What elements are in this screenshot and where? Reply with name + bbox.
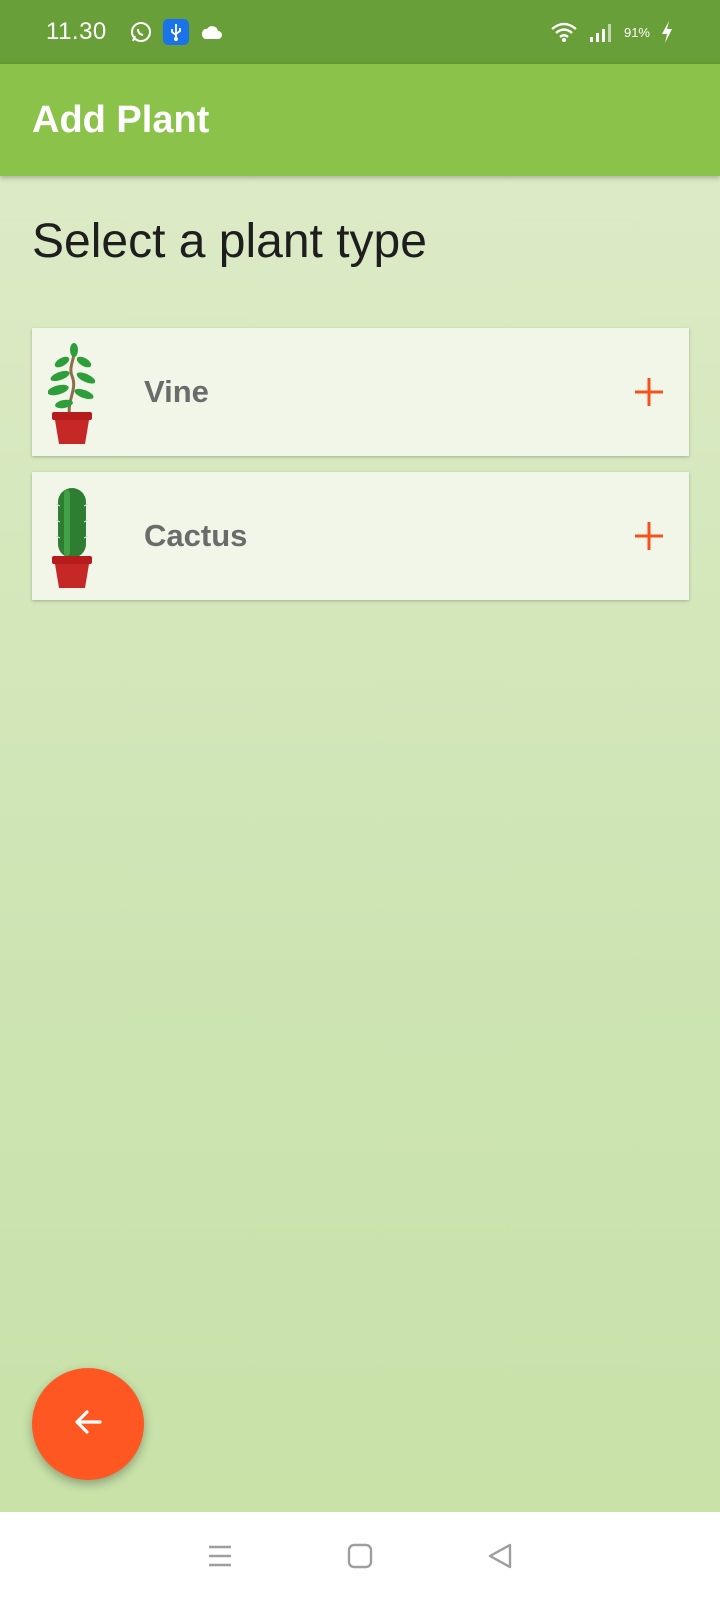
plant-type-item-vine[interactable]: Vine: [32, 328, 689, 456]
vine-plant-image: [47, 340, 96, 444]
charging-icon: [660, 20, 674, 44]
app-bar: Add Plant: [0, 64, 720, 176]
back-icon[interactable]: [480, 1536, 520, 1576]
arrow-back-icon: [70, 1404, 106, 1445]
main-content: Select a plant type Vine Cactus: [0, 176, 720, 1512]
cactus-plant-image: [48, 484, 96, 588]
system-nav-bar: [0, 1512, 720, 1600]
battery-text: 91%: [623, 24, 650, 40]
page-title: Add Plant: [32, 98, 210, 141]
status-right: 91%: [550, 20, 674, 44]
whatsapp-icon: [129, 20, 153, 44]
cloud-icon: [199, 23, 223, 41]
wifi-icon: [550, 21, 578, 43]
home-icon[interactable]: [340, 1536, 380, 1576]
plant-type-item-cactus[interactable]: Cactus: [32, 472, 689, 600]
back-fab-button[interactable]: [32, 1368, 144, 1480]
plus-icon[interactable]: [633, 520, 665, 552]
plant-type-label: Vine: [144, 374, 209, 409]
signal-icon: [588, 21, 614, 43]
status-left: 11.30: [46, 18, 223, 46]
plus-icon[interactable]: [633, 376, 665, 408]
status-time: 11.30: [46, 18, 107, 45]
status-bar: 11.30 91%: [0, 0, 720, 64]
recents-icon[interactable]: [200, 1536, 240, 1576]
plant-type-label: Cactus: [144, 518, 248, 553]
section-heading: Select a plant type: [32, 215, 427, 268]
usb-icon: [162, 19, 189, 45]
